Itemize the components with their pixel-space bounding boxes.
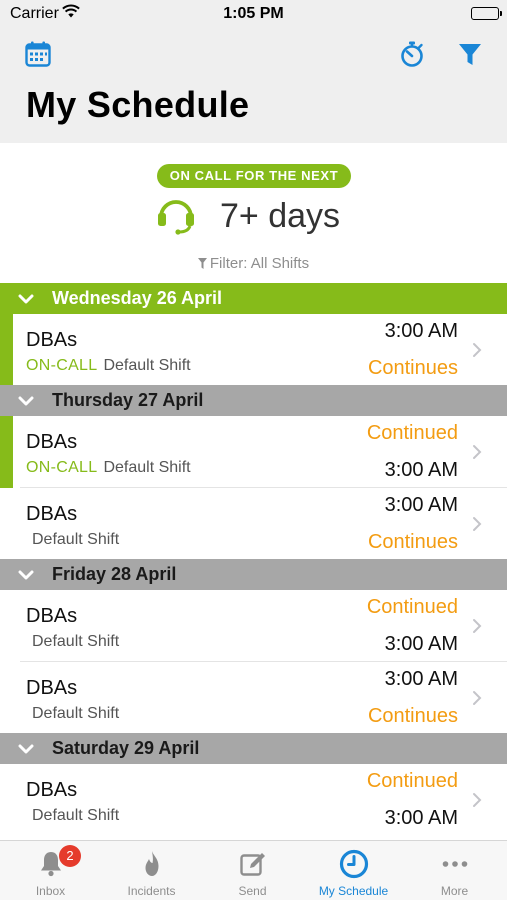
team-name: DBAs	[26, 605, 78, 627]
tab-my-schedule[interactable]: My Schedule	[303, 841, 404, 900]
shift-name: Default Shift	[32, 705, 120, 722]
tab-label: More	[440, 884, 469, 898]
shift-continued-label: Continued	[366, 596, 458, 618]
tab-incidents[interactable]: Incidents	[101, 841, 202, 900]
day-header-saturday[interactable]: Saturday 29 April	[0, 733, 507, 764]
day-header-thursday[interactable]: Thursday 27 April	[0, 385, 507, 416]
shift-subtitle: ON-CALL Default Shift	[26, 357, 191, 375]
flame-icon	[145, 851, 158, 876]
team-name: DBAs	[26, 503, 78, 525]
oncall-indicator-bar	[0, 314, 13, 386]
oncall-summary: ON CALL FOR THE NEXT 7+ days Filter: All…	[0, 143, 507, 283]
team-name: DBAs	[26, 329, 78, 351]
small-filter-icon	[197, 258, 207, 269]
shift-row[interactable]: DBAs ON-CALL Default Shift Continued 3:00…	[0, 416, 507, 488]
calendar-icon[interactable]	[22, 38, 54, 70]
day-label: Friday 28 April	[52, 564, 177, 584]
navigation-bar: My Schedule	[0, 30, 507, 143]
battery-icon	[471, 7, 502, 20]
shift-row[interactable]: DBAs ON-CALL Default Shift 3:00 AM Contin…	[0, 314, 507, 386]
shift-row[interactable]: DBAs Default Shift 3:00 AM Continues	[0, 488, 507, 560]
day-header-friday[interactable]: Friday 28 April	[0, 559, 507, 590]
shift-start-time: 3:00 AM	[384, 494, 458, 516]
oncall-pill: ON CALL FOR THE NEXT	[157, 164, 351, 188]
team-name: DBAs	[26, 677, 78, 699]
shift-continues-label: Continues	[367, 357, 458, 379]
stopwatch-icon[interactable]	[396, 38, 428, 70]
chevron-right-icon	[473, 445, 482, 459]
filter-icon[interactable]	[454, 38, 486, 70]
team-name: DBAs	[26, 779, 78, 801]
shift-subtitle: ON-CALL Default Shift	[26, 459, 191, 477]
inbox-badge: 2	[59, 845, 81, 867]
day-label: Thursday 27 April	[52, 390, 204, 410]
oncall-tag: ON-CALL	[26, 357, 98, 374]
shift-name: Default Shift	[32, 807, 120, 824]
tab-label: Send	[238, 884, 267, 898]
chevron-down-icon	[0, 283, 52, 314]
tab-label: Incidents	[127, 884, 176, 898]
tab-send[interactable]: Send	[202, 841, 303, 900]
shift-end-time: 3:00 AM	[384, 807, 458, 829]
chevron-down-icon	[0, 559, 52, 590]
chevron-right-icon	[473, 691, 482, 705]
chevron-right-icon	[473, 793, 482, 807]
shift-name: Default Shift	[32, 531, 120, 548]
chevron-right-icon	[473, 619, 482, 633]
tab-more[interactable]: More	[404, 841, 505, 900]
compose-icon	[239, 853, 265, 876]
oncall-indicator-bar	[0, 416, 13, 488]
oncall-tag: ON-CALL	[26, 459, 98, 476]
tab-inbox[interactable]: 2 Inbox	[0, 841, 101, 900]
page-title: My Schedule	[26, 84, 250, 125]
chevron-down-icon	[0, 385, 52, 416]
shift-name: Default Shift	[32, 633, 120, 650]
shift-continues-label: Continues	[367, 705, 458, 727]
tab-bar: 2 Inbox Incidents Send My Schedule More	[0, 840, 507, 900]
status-bar: Carrier 1:05 PM	[0, 0, 507, 30]
shift-continues-label: Continues	[367, 531, 458, 553]
clock-icon	[339, 849, 368, 879]
chevron-right-icon	[473, 343, 482, 357]
oncall-duration: 7+ days	[220, 197, 341, 235]
ellipsis-icon	[442, 861, 467, 867]
day-label: Saturday 29 April	[52, 738, 200, 758]
shift-start-time: 3:00 AM	[384, 668, 458, 690]
shift-name: Default Shift	[103, 459, 191, 476]
shift-row[interactable]: DBAs Default Shift 3:00 AM Continues	[0, 662, 507, 734]
shift-name: Default Shift	[103, 357, 191, 374]
filter-text: Filter: All Shifts	[209, 255, 310, 272]
tab-label: My Schedule	[318, 884, 389, 898]
shift-continued-label: Continued	[366, 422, 458, 444]
headset-icon	[155, 193, 197, 235]
chevron-right-icon	[473, 517, 482, 531]
shift-row[interactable]: DBAs Default Shift Continued 3:00 AM	[0, 590, 507, 662]
shift-continued-label: Continued	[366, 770, 458, 792]
shift-end-time: 3:00 AM	[384, 633, 458, 655]
team-name: DBAs	[26, 431, 78, 453]
clock-time: 1:05 PM	[223, 5, 284, 22]
chevron-down-icon	[0, 733, 52, 764]
filter-label[interactable]: Filter: All Shifts	[0, 255, 507, 272]
day-label: Wednesday 26 April	[52, 288, 223, 308]
shift-end-time: 3:00 AM	[384, 459, 458, 481]
tab-label: Inbox	[35, 884, 66, 898]
day-header-wednesday[interactable]: Wednesday 26 April	[0, 283, 507, 314]
shift-start-time: 3:00 AM	[384, 320, 458, 342]
shift-row[interactable]: DBAs Default Shift Continued 3:00 AM	[0, 764, 507, 836]
